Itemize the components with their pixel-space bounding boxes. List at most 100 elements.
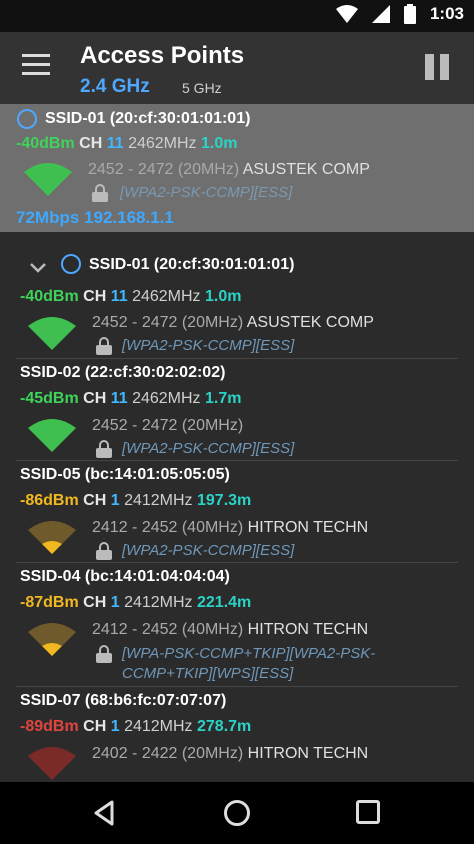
ap-ch-label: CH [83, 718, 107, 735]
ap-channel: 1 [110, 594, 120, 611]
ap-frequency: 2462MHz [132, 390, 201, 407]
ap-channel: 11 [106, 135, 124, 152]
lock-icon [96, 337, 112, 355]
link-info: 72Mbps 192.168.1.1 [16, 208, 174, 228]
ap-channel: 1 [110, 718, 120, 735]
ap-channel: 11 [110, 288, 128, 305]
divider [16, 358, 458, 359]
ap-security: [WPA2-PSK-CCMP][ESS] [122, 337, 295, 354]
ap-frequency: 2412MHz [124, 718, 193, 735]
page-title: Access Points [80, 42, 245, 69]
home-icon[interactable] [224, 800, 250, 826]
ap-ch-label: CH [83, 390, 107, 407]
ap-frequency: 2412MHz [124, 594, 193, 611]
ap-vendor: HITRON TECHN [247, 621, 369, 638]
ap-channel-range: 2452 - 2472 (20MHz) [92, 417, 244, 434]
connected-icon [17, 109, 37, 129]
pause-icon[interactable] [425, 54, 449, 80]
menu-icon[interactable] [22, 54, 50, 80]
cell-signal-icon [371, 5, 390, 23]
connected-icon [61, 254, 81, 274]
lock-icon [96, 645, 112, 663]
ap-ch-label: CH [83, 492, 107, 509]
ap-channel: 11 [110, 390, 128, 407]
ap-channel-range: 2412 - 2452 (40MHz) [92, 621, 244, 638]
list-item[interactable]: SSID-05 (bc:14:01:05:05:05) -86dBm CH 1 … [0, 462, 474, 562]
lock-icon [96, 440, 112, 458]
wifi-signal-weak-icon [28, 623, 76, 656]
ap-dbm: -45dBm [20, 390, 79, 407]
ap-signal-row: -89dBm CH 1 2412MHz 278.7m [20, 718, 251, 736]
ap-channel-range-row: 2402 - 2422 (20MHz) HITRON TECHN [92, 745, 368, 763]
ip-address: 192.168.1.1 [84, 208, 174, 227]
ap-security-line1: [WPA-PSK-CCMP+TKIP][WPA2-PSK- [122, 645, 376, 662]
ap-dbm: -40dBm [20, 288, 79, 305]
ap-distance: 1.0m [205, 288, 242, 305]
ap-signal-row: -40dBm CH 11 2462MHz 1.0m [20, 288, 241, 306]
ap-ssid: SSID-02 (22:cf:30:02:02:02) [20, 364, 226, 381]
list-item[interactable]: SSID-04 (bc:14:01:04:04:04) -87dBm CH 1 … [0, 564, 474, 686]
ap-security: [WPA2-PSK-CCMP][ESS] [122, 440, 295, 457]
ap-channel: 1 [110, 492, 120, 509]
ap-vendor: HITRON TECHN [247, 519, 369, 536]
wifi-signal-icon [24, 163, 72, 196]
ap-signal-row: -87dBm CH 1 2412MHz 221.4m [20, 594, 251, 612]
list-item[interactable]: SSID-02 (22:cf:30:02:02:02) -45dBm CH 11… [0, 360, 474, 460]
ap-channel-range: 2412 - 2452 (40MHz) [92, 519, 244, 536]
ap-channel-range-row: 2412 - 2452 (40MHz) HITRON TECHN [92, 621, 368, 639]
wifi-signal-icon [28, 317, 76, 350]
lock-icon [92, 184, 108, 202]
wifi-icon [335, 5, 358, 23]
ap-dbm: -86dBm [20, 492, 79, 509]
divider [16, 562, 458, 563]
ap-security: [WPA2-PSK-CCMP][ESS] [122, 542, 295, 559]
ap-ch-label: CH [79, 135, 103, 152]
ap-vendor: ASUSTEK COMP [242, 161, 370, 178]
battery-icon [403, 4, 416, 24]
clock: 1:03 [429, 4, 464, 23]
ap-vendor: ASUSTEK COMP [246, 314, 374, 331]
divider [16, 686, 458, 687]
lock-icon [96, 542, 112, 560]
ap-channel-range-row: 2452 - 2472 (20MHz) ASUSTEK COMP [88, 161, 370, 179]
ap-channel-range: 2452 - 2472 (20MHz) [88, 161, 240, 178]
back-icon[interactable] [92, 800, 118, 826]
recents-icon[interactable] [356, 800, 380, 824]
ap-ch-label: CH [83, 594, 107, 611]
ap-frequency: 2462MHz [132, 288, 201, 305]
ap-distance: 221.4m [197, 594, 252, 611]
list-item[interactable]: SSID-07 (68:b6:fc:07:07:07) -89dBm CH 1 … [0, 688, 474, 782]
connected-access-point[interactable]: SSID-01 (20:cf:30:01:01:01) -40dBm CH 11… [0, 104, 474, 232]
ap-dbm: -40dBm [16, 135, 75, 152]
ap-ssid: SSID-07 (68:b6:fc:07:07:07) [20, 692, 227, 709]
tab-2-4ghz[interactable]: 2.4 GHz [80, 76, 150, 98]
ap-signal-row: -86dBm CH 1 2412MHz 197.3m [20, 492, 251, 510]
ap-dbm: -89dBm [20, 718, 79, 735]
ap-channel-range: 2452 - 2472 (20MHz) [92, 314, 244, 331]
status-bar: 1:03 [0, 0, 474, 32]
ap-ssid: SSID-01 (20:cf:30:01:01:01) [89, 256, 295, 273]
ap-channel-range-row: 2412 - 2452 (40MHz) HITRON TECHN [92, 519, 368, 537]
ap-ssid: SSID-01 (20:cf:30:01:01:01) [45, 110, 251, 127]
wifi-signal-icon [28, 419, 76, 452]
ap-distance: 278.7m [197, 718, 252, 735]
wifi-signal-poor-icon [28, 747, 76, 780]
ap-distance: 1.0m [201, 135, 238, 152]
wifi-signal-weak-icon [28, 521, 76, 554]
ap-channel-range-row: 2452 - 2472 (20MHz) ASUSTEK COMP [92, 314, 374, 332]
ap-signal-row: -40dBm CH 11 2462MHz 1.0m [16, 135, 237, 153]
app-bar: Access Points 2.4 GHz 5 GHz [0, 32, 474, 104]
navigation-bar [0, 782, 474, 844]
ap-distance: 1.7m [205, 390, 242, 407]
ap-security-line2: CCMP+TKIP][WPS][ESS] [122, 665, 294, 682]
ap-channel-range: 2402 - 2422 (20MHz) [92, 745, 244, 762]
list-item[interactable]: SSID-01 (20:cf:30:01:01:01) -40dBm CH 11… [0, 252, 474, 358]
ap-channel-range-row: 2452 - 2472 (20MHz) [92, 417, 243, 435]
access-point-list[interactable]: SSID-01 (20:cf:30:01:01:01) -40dBm CH 11… [0, 104, 474, 782]
ap-ssid: SSID-05 (bc:14:01:05:05:05) [20, 466, 230, 483]
ap-signal-row: -45dBm CH 11 2462MHz 1.7m [20, 390, 241, 408]
chevron-down-icon[interactable] [29, 262, 47, 274]
ap-frequency: 2412MHz [124, 492, 193, 509]
tab-5ghz[interactable]: 5 GHz [182, 80, 222, 96]
ap-distance: 197.3m [197, 492, 252, 509]
